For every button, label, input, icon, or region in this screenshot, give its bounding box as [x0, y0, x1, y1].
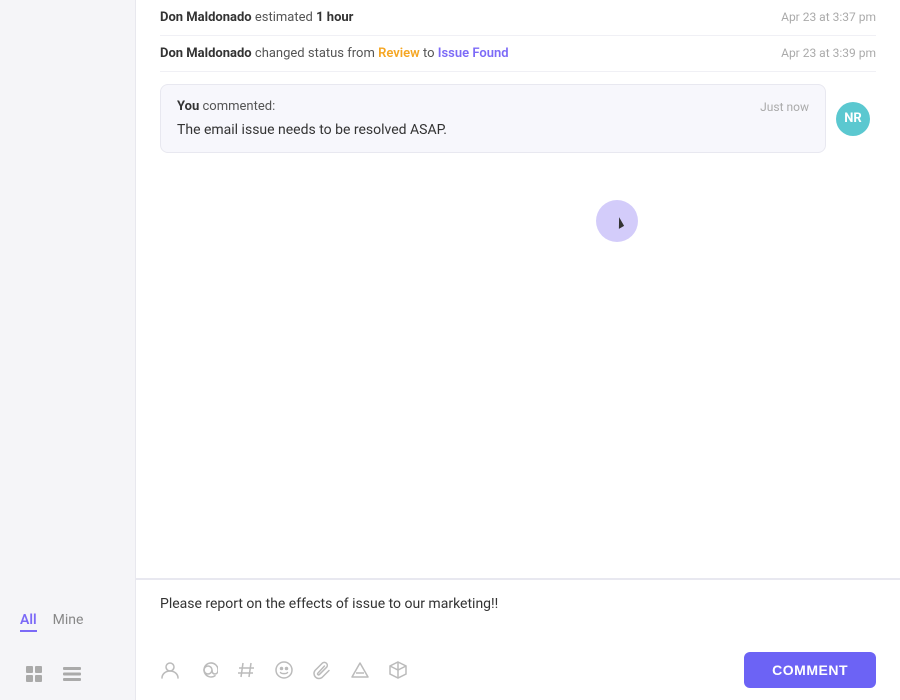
toolbar-icons	[160, 660, 408, 680]
estimate-timestamp: Apr 23 at 3:37 pm	[781, 10, 876, 24]
tab-all[interactable]: All	[20, 612, 37, 632]
avatar: NR	[836, 102, 870, 136]
status-change-text: Don Maldonado changed status from Review…	[160, 46, 765, 61]
attachment-icon[interactable]	[312, 660, 332, 680]
comment-button[interactable]: COMMENT	[744, 652, 876, 688]
emoji-icon[interactable]	[274, 660, 294, 680]
commented-label: commented:	[203, 99, 276, 114]
hash-icon[interactable]	[236, 660, 256, 680]
comment-you-label: You	[177, 99, 199, 114]
grid-view-icon[interactable]	[20, 660, 48, 688]
at-icon[interactable]	[198, 660, 218, 680]
activity-area: Don Maldonado estimated 1 hour Apr 23 at…	[136, 0, 900, 578]
status-to: Issue Found	[438, 46, 509, 61]
changed-text: changed status from	[255, 46, 378, 61]
sidebar-tabs: All Mine	[0, 596, 135, 648]
comment-toolbar: COMMENT	[136, 644, 900, 700]
comment-header: You commented: Just now	[177, 99, 809, 114]
activity-estimate-text: Don Maldonado estimated 1 hour	[160, 10, 765, 25]
sidebar: All Mine	[0, 0, 135, 700]
person-icon[interactable]	[160, 660, 180, 680]
list-view-icon[interactable]	[58, 660, 86, 688]
tab-mine[interactable]: Mine	[53, 612, 84, 632]
actor-name-2: Don Maldonado	[160, 46, 252, 61]
activity-estimate: Don Maldonado estimated 1 hour Apr 23 at…	[160, 0, 876, 36]
actor-name: Don Maldonado	[160, 10, 252, 25]
comment-bubble: You commented: Just now The email issue …	[160, 84, 826, 153]
box-icon[interactable]	[388, 660, 408, 680]
cursor-arrow	[614, 217, 624, 229]
estimate-value: 1 hour	[316, 10, 353, 25]
action-text: estimated	[255, 10, 316, 25]
cursor-indicator	[596, 200, 638, 242]
comment-input-area: Please report on the effects of issue to…	[136, 579, 900, 700]
activity-status-change: Don Maldonado changed status from Review…	[160, 36, 876, 72]
comment-input[interactable]: Please report on the effects of issue to…	[136, 580, 900, 640]
status-timestamp: Apr 23 at 3:39 pm	[781, 46, 876, 60]
view-icons	[0, 648, 135, 700]
main-panel: Don Maldonado estimated 1 hour Apr 23 at…	[135, 0, 900, 700]
status-from: Review	[378, 46, 420, 61]
comment-timestamp: Just now	[760, 100, 809, 114]
to-text: to	[423, 46, 438, 61]
comment-text: The email issue needs to be resolved ASA…	[177, 122, 809, 138]
comment-author: You commented:	[177, 99, 275, 114]
drive-icon[interactable]	[350, 660, 370, 680]
